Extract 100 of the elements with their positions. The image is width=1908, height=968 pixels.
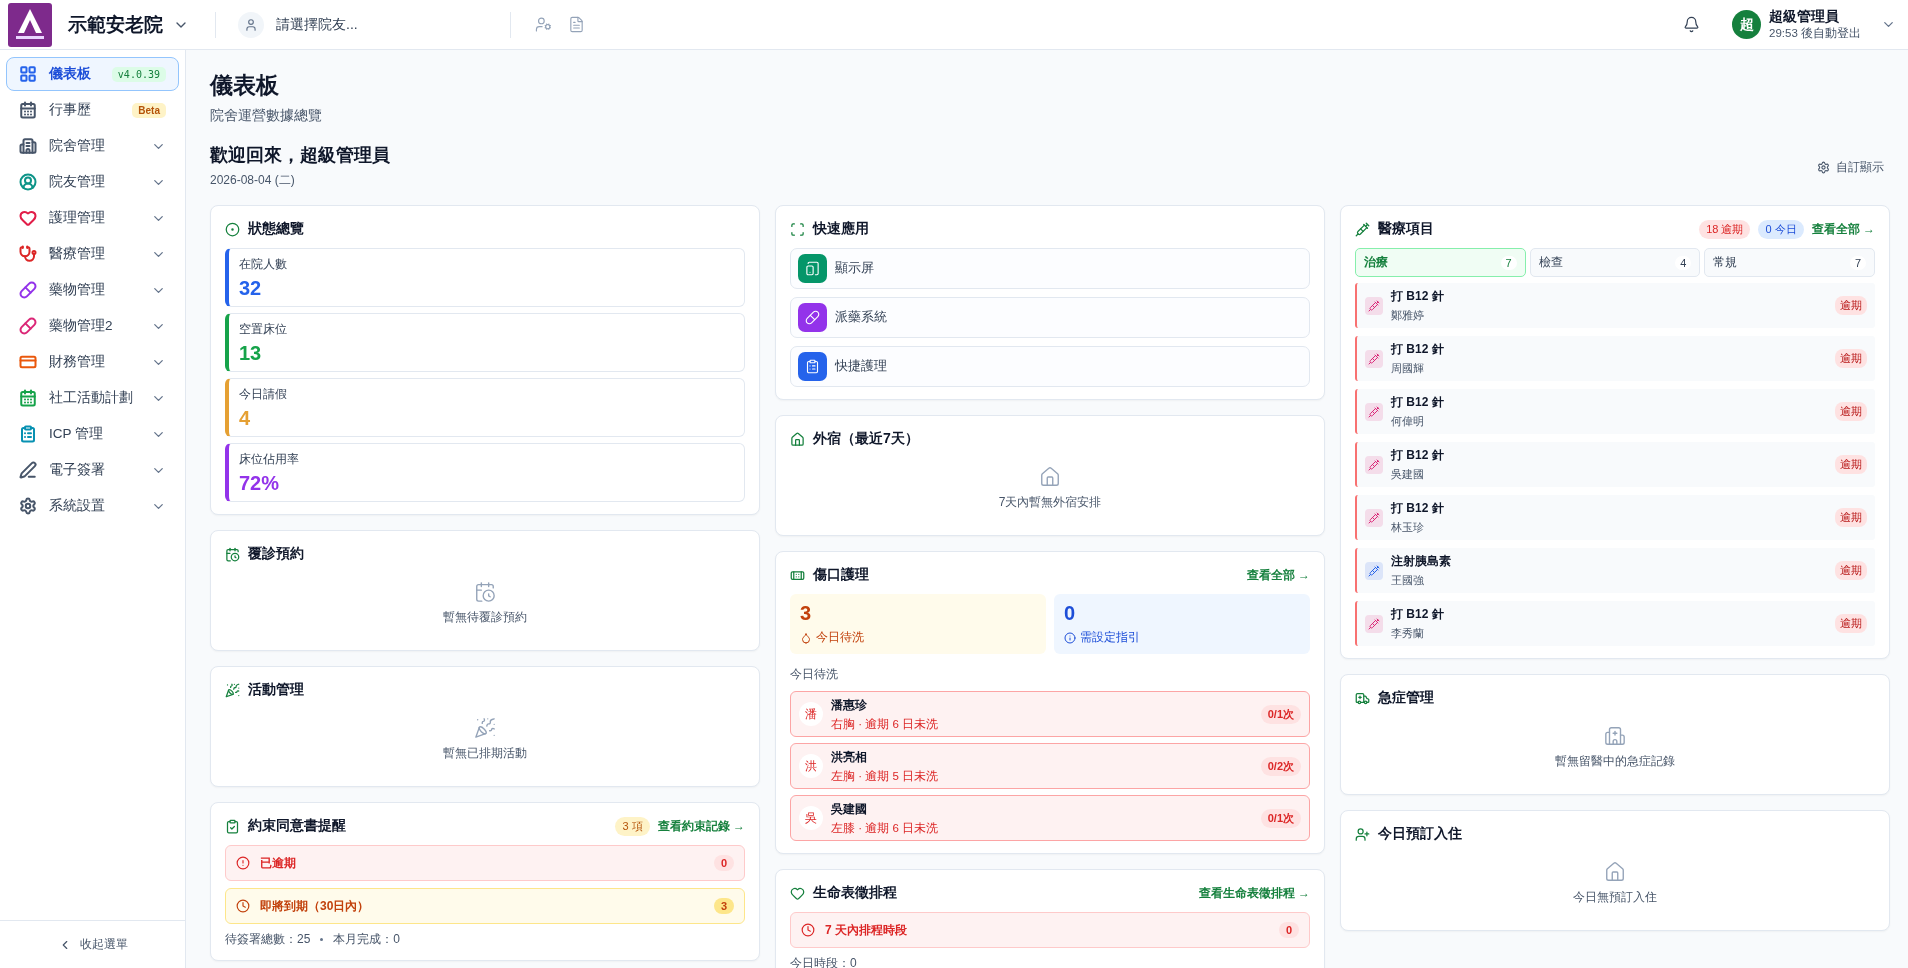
stat-label: 床位佔用率 [239, 451, 300, 468]
count-badge: 0/1次 [1260, 808, 1301, 828]
page-subtitle: 院舍運營數據總覽 [210, 107, 323, 125]
stat-label: 今日請假 [239, 386, 288, 403]
card-title: 活動管理 [248, 681, 305, 699]
wound-row[interactable]: 吳 吳建國 左膝 · 逾期 6 日未洗 0/1次 [790, 795, 1310, 841]
sidebar-item[interactable]: 社工活動計劃 [6, 381, 179, 415]
sidebar-item[interactable]: 電子簽署 [6, 453, 179, 487]
syringe-icon [1355, 221, 1370, 237]
medical-item-row[interactable]: 打 B12 針 林玉珍 逾期 [1355, 495, 1875, 540]
category-tab[interactable]: 治療 7 [1355, 248, 1526, 277]
medical-item-row[interactable]: 打 B12 針 何偉明 逾期 [1355, 389, 1875, 434]
resident-name: 鄭雅婷 [1391, 308, 1425, 323]
sidebar-item[interactable]: 行事歷 Beta [6, 93, 179, 127]
medical-item-row[interactable]: 打 B12 針 李秀蘭 逾期 [1355, 601, 1875, 646]
resident-avatar: 潘 [799, 702, 823, 726]
view-all-link[interactable]: 查看全部 → [1811, 220, 1875, 238]
resident-name: 李秀蘭 [1391, 626, 1425, 641]
count-badge: 0/1次 [1260, 704, 1301, 724]
calendar-clock-icon [225, 546, 240, 562]
collapse-menu-button[interactable]: 收起選單 [0, 920, 185, 968]
summary-text: 本月完成：0 [333, 931, 401, 948]
resident-name: 何偉明 [1391, 414, 1425, 429]
today-badge: 0 今日 [1758, 219, 1804, 239]
list-label: 今日待洗 [790, 666, 839, 683]
settings-icon [1817, 161, 1830, 174]
medical-item-row[interactable]: 打 B12 針 吳建國 逾期 [1355, 442, 1875, 487]
resident-name: 林玉珍 [1391, 520, 1425, 535]
resident-name: 吳建國 [1391, 467, 1425, 482]
alert-label: 7 天內排程時段 [825, 921, 908, 939]
facility-selector[interactable]: 示範安老院 [64, 11, 193, 38]
wound-row[interactable]: 洪 洪亮相 左胸 · 逾期 5 日未洗 0/2次 [790, 743, 1310, 789]
empty-message: 暫無已排期活動 [443, 745, 527, 762]
stat-value: 32 [239, 277, 263, 300]
medical-item-row[interactable]: 打 B12 針 鄭雅婷 逾期 [1355, 283, 1875, 328]
sidebar-item[interactable]: 醫療管理 [6, 237, 179, 271]
count-badge: 3 [713, 898, 734, 914]
medical-item-row[interactable]: 注射胰島素 王國強 逾期 [1355, 548, 1875, 593]
count-badge: 0 [713, 855, 734, 871]
count-badge: 3 項 [615, 816, 650, 836]
bell-icon [1683, 16, 1700, 33]
category-tab[interactable]: 常規 7 [1704, 248, 1875, 277]
sidebar-item[interactable]: 財務管理 [6, 345, 179, 379]
resident-avatar: 洪 [799, 754, 823, 778]
user-menu[interactable]: 超 超級管理員 29:53 後自動登出 [1732, 8, 1896, 41]
sidebar-item[interactable]: 護理管理 [6, 201, 179, 235]
stat-label: 空置床位 [239, 321, 288, 338]
quick-app-item[interactable]: 顯示屏 [790, 248, 1310, 289]
item-title: 注射胰島素 [1391, 553, 1452, 570]
droplet-icon [800, 631, 812, 644]
resident-name: 王國強 [1391, 573, 1425, 588]
clock-icon [801, 923, 815, 937]
user-avatar: 超 [1732, 10, 1761, 39]
wound-row[interactable]: 潘 潘惠珍 右胸 · 逾期 6 日未洗 0/1次 [790, 691, 1310, 737]
stat-value: 4 [239, 407, 252, 430]
card-title: 急症管理 [1378, 689, 1435, 707]
count-badge: 0 [1278, 922, 1299, 938]
ambulance-icon [1355, 690, 1370, 706]
sidebar-item[interactable]: 系統設置 [6, 489, 179, 523]
medical-item-row[interactable]: 打 B12 針 周國輝 逾期 [1355, 336, 1875, 381]
empty-message: 7天內暫無外宿安排 [998, 494, 1102, 511]
resident-picker[interactable]: 請選擇院友... [238, 11, 488, 38]
stat-value: 72% [239, 472, 281, 495]
tile-label: 需設定指引 [1080, 629, 1140, 646]
wound-detail: 左胸 · 逾期 5 日未洗 [831, 768, 939, 784]
view-records-link[interactable]: 查看約束記錄 → [657, 817, 745, 835]
sidebar-item[interactable]: 藥物管理2 [6, 309, 179, 343]
alert-label: 已逾期 [260, 854, 297, 872]
party-popper-icon [225, 682, 240, 698]
beta-badge: Beta [132, 102, 166, 118]
page-title: 儀表板 [210, 71, 280, 100]
sidebar-item[interactable]: ICP 管理 [6, 417, 179, 451]
count-badge: 0/2次 [1260, 756, 1301, 776]
sidebar-item[interactable]: 院友管理 [6, 165, 179, 199]
category-tab[interactable]: 檢查 4 [1529, 248, 1701, 277]
view-schedule-link[interactable]: 查看生命表徵排程 → [1198, 884, 1310, 902]
wound-detail: 左膝 · 逾期 6 日未洗 [831, 820, 939, 836]
welcome-heading: 歡迎回來，超級管理員 [210, 144, 390, 167]
sidebar-item[interactable]: 院舍管理 [6, 129, 179, 163]
tab-count: 4 [1675, 255, 1692, 270]
item-title: 打 B12 針 [1391, 500, 1445, 517]
status-badge: 逾期 [1835, 455, 1867, 474]
user-name: 超級管理員 [1769, 8, 1840, 26]
tile-value: 0 [1064, 602, 1077, 625]
status-badge: 逾期 [1835, 614, 1867, 633]
resident-avatar: 吳 [799, 806, 823, 830]
sidebar-item[interactable]: 藥物管理 [6, 273, 179, 307]
pill-icon [805, 310, 820, 325]
quick-app-item[interactable]: 派藥系統 [790, 297, 1310, 338]
quick-app-item[interactable]: 快捷護理 [790, 346, 1310, 387]
status-badge: 逾期 [1835, 402, 1867, 421]
view-all-link[interactable]: 查看全部 → [1246, 566, 1310, 584]
summary-text: 今日時段：0 [790, 955, 857, 968]
sidebar-item[interactable]: 儀表板 v4.0.39 [6, 57, 179, 91]
tab-count: 7 [1849, 255, 1866, 270]
customize-button[interactable]: 自訂顯示 [1811, 158, 1890, 177]
document-icon [568, 16, 585, 33]
resident-name: 吳建國 [831, 800, 868, 818]
resident-name: 周國輝 [1391, 361, 1425, 376]
house-icon [1604, 861, 1626, 883]
